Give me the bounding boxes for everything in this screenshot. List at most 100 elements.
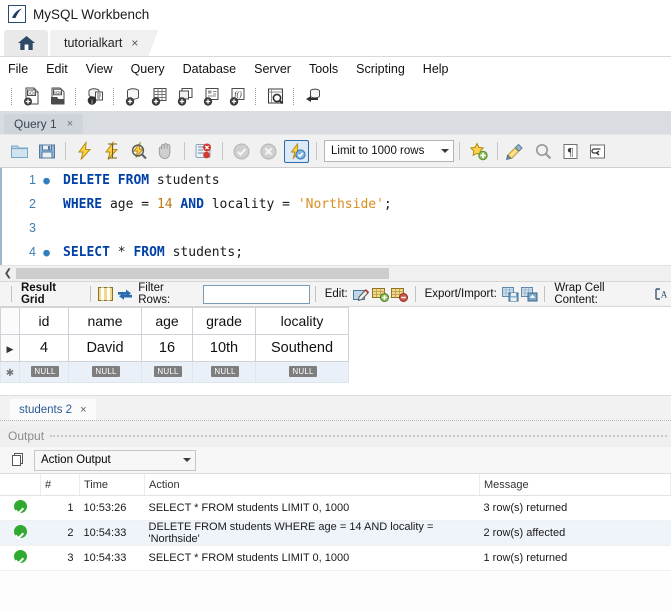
search-data-icon[interactable]	[262, 84, 288, 108]
query-tab-query1[interactable]: Query 1 ×	[4, 114, 84, 134]
action-output-log[interactable]: # Time Action Message 1 10:53:26 SELECT …	[0, 474, 671, 571]
column-header-name[interactable]: name	[68, 307, 142, 335]
log-status-success-icon	[0, 520, 41, 546]
row-header-corner	[0, 307, 20, 335]
menu-item-scripting[interactable]: Scripting	[356, 60, 416, 78]
result-set-tab-label: students 2	[19, 403, 73, 416]
column-header-id[interactable]: id	[19, 307, 69, 335]
new-row-selector[interactable]: ✱	[0, 361, 20, 383]
log-column-time: Time	[79, 474, 145, 496]
save-script-icon[interactable]	[33, 139, 60, 163]
cell-id[interactable]: 4	[19, 334, 69, 362]
cell-age[interactable]: 16	[141, 334, 193, 362]
open-script-icon[interactable]	[6, 139, 33, 163]
new-cell-age[interactable]: NULL	[141, 361, 193, 383]
menu-item-query[interactable]: Query	[131, 60, 176, 78]
svg-text:A: A	[661, 290, 668, 300]
result-set-tab-close-icon[interactable]: ×	[80, 404, 86, 416]
new-row-placeholder[interactable]: ✱ NULL NULL NULL NULL NULL	[0, 361, 349, 383]
new-cell-id[interactable]: NULL	[19, 361, 69, 383]
new-cell-locality[interactable]: NULL	[255, 361, 349, 383]
insert-row-icon[interactable]	[371, 285, 390, 304]
new-function-icon[interactable]: f()	[224, 84, 250, 108]
import-recordset-icon[interactable]	[520, 285, 539, 304]
new-view-icon[interactable]	[172, 84, 198, 108]
toolbar-separator	[11, 87, 13, 105]
home-tab[interactable]	[4, 30, 48, 56]
wrap-cell-icon[interactable]: A	[652, 285, 671, 304]
commit-transaction-icon[interactable]	[228, 139, 255, 163]
new-procedure-icon[interactable]	[198, 84, 224, 108]
toggle-snippets-icon[interactable]	[465, 139, 492, 163]
result-grid[interactable]: id name age grade locality ▶ 4 David 16 …	[0, 307, 671, 395]
query-tab-close-icon[interactable]: ×	[67, 118, 73, 130]
row-selector[interactable]: ▶	[0, 334, 20, 362]
new-table-icon[interactable]	[146, 84, 172, 108]
output-pages-icon[interactable]	[10, 452, 26, 468]
log-number: 1	[40, 495, 80, 521]
menu-item-server[interactable]: Server	[254, 60, 302, 78]
menu-item-help[interactable]: Help	[423, 60, 460, 78]
new-schema-icon[interactable]	[120, 84, 146, 108]
column-header-grade[interactable]: grade	[192, 307, 256, 335]
menu-item-database[interactable]: Database	[183, 60, 248, 78]
new-cell-name[interactable]: NULL	[68, 361, 142, 383]
log-row[interactable]: 3 10:54:33 SELECT * FROM students LIMIT …	[0, 545, 671, 571]
delete-row-icon[interactable]	[390, 285, 409, 304]
log-status-success-icon	[0, 495, 41, 521]
output-type-select[interactable]: Action Output	[34, 449, 196, 471]
editor-horizontal-scrollbar[interactable]: ❮	[0, 265, 671, 281]
find-icon[interactable]	[530, 139, 557, 163]
grid-view-icon[interactable]	[96, 285, 115, 304]
reconnect-dbms-icon[interactable]	[300, 84, 326, 108]
toggle-invisible-chars-icon[interactable]: ¶	[557, 139, 584, 163]
log-row[interactable]: 2 10:54:33 DELETE FROM students WHERE ag…	[0, 520, 671, 546]
open-connection-info-icon[interactable]: i	[82, 84, 108, 108]
cell-name[interactable]: David	[68, 334, 142, 362]
statement-marker-icon: ●	[43, 245, 50, 259]
column-header-age[interactable]: age	[141, 307, 193, 335]
stop-query-icon[interactable]	[152, 139, 179, 163]
log-status-success-icon	[0, 545, 41, 571]
edit-label: Edit:	[324, 288, 348, 300]
document-tab-tutorialkart[interactable]: tutorialkart ×	[50, 30, 158, 56]
scroll-left-icon[interactable]: ❮	[0, 268, 16, 279]
edit-cell-icon[interactable]	[352, 285, 371, 304]
limit-rows-select[interactable]: Limit to 1000 rows	[324, 140, 454, 162]
cell-grade[interactable]: 10th	[192, 334, 256, 362]
cell-locality[interactable]: Southend	[255, 334, 349, 362]
toggle-stop-on-error-icon[interactable]	[190, 139, 217, 163]
new-cell-grade[interactable]: NULL	[192, 361, 256, 383]
explain-query-icon[interactable]	[125, 139, 152, 163]
new-sql-tab-icon[interactable]: SQL	[18, 84, 44, 108]
open-sql-script-icon[interactable]: SQL	[44, 84, 70, 108]
main-tab-strip: tutorialkart ×	[0, 28, 671, 57]
toolbar-separator	[293, 87, 295, 105]
document-tab-close-icon[interactable]: ×	[131, 37, 138, 49]
execute-statement-icon[interactable]	[71, 139, 98, 163]
menu-item-file[interactable]: File	[8, 60, 39, 78]
result-set-tab-students-2[interactable]: students 2 ×	[10, 399, 96, 420]
filter-rows-input[interactable]	[202, 284, 310, 304]
execute-current-statement-icon[interactable]	[98, 139, 125, 163]
log-action: DELETE FROM students WHERE age = 14 AND …	[144, 520, 480, 546]
toolbar-separator	[222, 142, 223, 160]
column-header-locality[interactable]: locality	[255, 307, 349, 335]
export-recordset-icon[interactable]	[501, 285, 520, 304]
beautify-sql-icon[interactable]	[503, 139, 530, 163]
menu-item-view[interactable]: View	[86, 60, 124, 78]
line-code: WHERE age = 14 AND locality = 'Northside…	[63, 196, 392, 212]
menu-item-tools[interactable]: Tools	[309, 60, 349, 78]
scrollbar-thumb[interactable]	[16, 268, 389, 279]
table-row[interactable]: ▶ 4 David 16 10th Southend	[0, 334, 349, 362]
log-row[interactable]: 1 10:53:26 SELECT * FROM students LIMIT …	[0, 495, 671, 521]
refresh-icon[interactable]	[115, 285, 134, 304]
menu-item-edit[interactable]: Edit	[46, 60, 79, 78]
editor-line: 3	[2, 216, 671, 240]
toggle-wordwrap-icon[interactable]	[584, 139, 611, 163]
rollback-transaction-icon[interactable]	[255, 139, 282, 163]
window-title: MySQL Workbench	[33, 6, 150, 22]
sql-editor[interactable]: 1 ● DELETE FROM students 2 WHERE age = 1…	[0, 168, 671, 265]
line-number: 2	[29, 197, 36, 211]
toggle-autocommit-icon[interactable]	[284, 139, 309, 163]
